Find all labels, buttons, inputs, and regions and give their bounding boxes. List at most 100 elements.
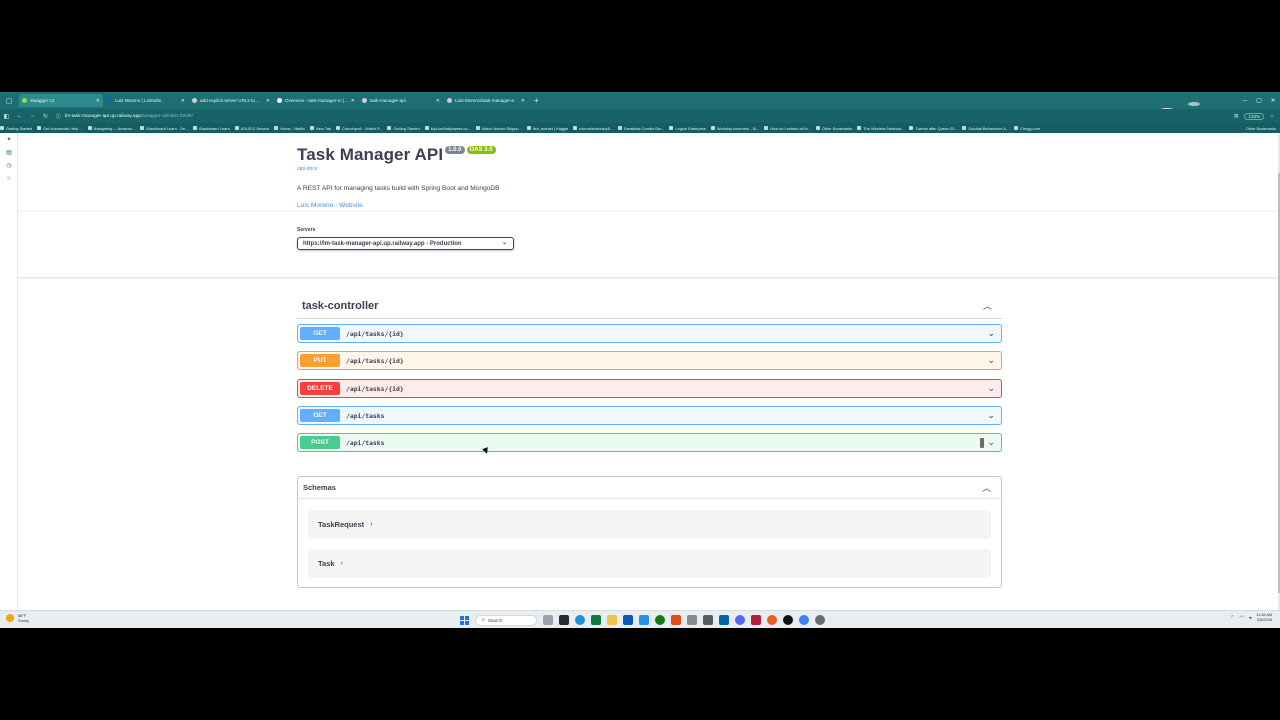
operation-path: /api/tasks/{id} <box>346 384 404 393</box>
tag-header[interactable]: task-controller ︿ <box>297 295 1002 319</box>
store-icon[interactable] <box>623 615 633 625</box>
app-icon[interactable] <box>783 615 793 625</box>
bookmark-item[interactable]: Getting Started <box>387 126 420 131</box>
operation-get-tasks[interactable]: GET /api/tasks ⌄ <box>297 406 1002 425</box>
firefox-icon[interactable] <box>671 615 681 625</box>
bookmark-item[interactable]: Blackboard Learn - Se... <box>140 126 188 131</box>
close-icon[interactable]: ✕ <box>351 98 355 104</box>
bookmark-item[interactable]: microelectronics&... <box>573 126 613 131</box>
bookmark-item[interactable]: Navigating — Amazon... <box>87 126 135 131</box>
other-bookmarks[interactable]: Other Bookmarks <box>1246 126 1280 131</box>
xbox-icon[interactable] <box>655 615 665 625</box>
edge-icon[interactable] <box>575 615 585 625</box>
app-icon[interactable] <box>687 615 697 625</box>
browser-tab[interactable]: add explicit server URLs to Swa ✕ <box>189 94 273 107</box>
bookmark-item[interactable]: MyLiveWallpapers.co... <box>424 126 471 131</box>
api-docs-link[interactable]: /api-docs <box>297 166 1017 172</box>
clock[interactable]: 11:36 AM 5/8/2026 <box>1256 613 1272 623</box>
bookmark-item[interactable]: ASUS E-Service <box>234 126 269 131</box>
app-icon[interactable] <box>767 615 777 625</box>
bookmark-item[interactable]: Crunchyroll - Watch P... <box>336 126 382 131</box>
file-explorer-icon[interactable] <box>607 615 617 625</box>
copilot-icon[interactable]: ✦ <box>0 133 18 146</box>
operation-post-task[interactable]: POST /api/tasks ⌄ <box>297 433 1002 452</box>
minimize-icon[interactable]: ─ <box>1238 98 1252 104</box>
new-tab-icon[interactable]: + <box>534 96 539 105</box>
close-icon[interactable]: ✕ <box>96 98 100 104</box>
bookmark-item[interactable]: Watch Naruto Shippu... <box>475 126 522 131</box>
taskbar-search[interactable]: ⌕ Search <box>475 614 537 626</box>
chevron-down-icon[interactable]: ⌄ <box>987 355 995 366</box>
task-view-icon[interactable] <box>559 615 569 625</box>
contact-link[interactable]: Luis Moreno - Website <box>297 202 1017 209</box>
bookmark-item[interactable]: Legion Enterprise <box>669 126 706 131</box>
operation-put-task[interactable]: PUT /api/tasks/{id} ⌄ <box>297 351 1002 370</box>
app-icon[interactable] <box>799 615 809 625</box>
close-icon[interactable]: ✕ <box>181 98 185 104</box>
operation-get-task-by-id[interactable]: GET /api/tasks/{id} ⌄ <box>297 324 1002 343</box>
schemas-header[interactable]: Schemas ︿ <box>298 477 1001 499</box>
schema-item-task[interactable]: Task › <box>308 549 991 578</box>
browser-tab[interactable]: task-manager-api ✕ <box>359 94 443 107</box>
bookmark-item[interactable]: Getting Started <box>0 126 32 131</box>
chevron-down-icon[interactable]: ⌄ <box>987 328 995 339</box>
copy-icon[interactable] <box>980 438 984 448</box>
chevron-up-icon[interactable]: ⌃ <box>1230 615 1234 621</box>
url-input[interactable]: ⓘ lm-task-manager-api.up.railway.app /sw… <box>56 111 1056 121</box>
bookmark-item[interactable]: New Tab <box>309 126 331 131</box>
favorites-icon[interactable]: ☆ <box>0 172 18 185</box>
mail-icon[interactable] <box>639 615 649 625</box>
bookmark-item[interactable]: Other Bookmarks <box>815 126 852 131</box>
start-icon[interactable] <box>460 615 469 625</box>
bookmark-item[interactable]: Workday cinemark - Si... <box>710 126 759 131</box>
close-window-icon[interactable]: ✕ <box>1266 97 1280 104</box>
chevron-up-icon[interactable]: ︿ <box>982 481 991 494</box>
vscode-icon[interactable] <box>719 615 729 625</box>
browser-tab[interactable]: Overview - task-manager-m | Lu ✕ <box>274 94 358 107</box>
bookmark-item[interactable]: fish_market | Kaggle <box>526 126 568 131</box>
weather-widget[interactable]: 88°F Sunny <box>6 613 29 623</box>
schema-item-taskrequest[interactable]: TaskRequest › <box>308 510 991 539</box>
bookmark-item[interactable]: Tweets after Queen El... <box>909 126 957 131</box>
bookmark-item[interactable]: Breakfast Combo Bur... <box>618 126 664 131</box>
bookmark-item[interactable]: Chegg.com <box>1014 126 1040 131</box>
favorite-star-icon[interactable]: ☆ <box>1270 113 1274 119</box>
zoom-level[interactable]: 133% <box>1244 112 1264 120</box>
widgets-icon[interactable] <box>543 615 553 625</box>
history-icon[interactable]: ◷ <box>0 159 18 172</box>
chevron-down-icon[interactable]: ⌄ <box>987 437 995 448</box>
bookmark-item[interactable]: Suicidal Behaviours A... <box>962 126 1009 131</box>
back-icon[interactable]: ← <box>13 113 26 119</box>
chrome-icon[interactable] <box>591 615 601 625</box>
volume-icon[interactable]: ◂ <box>1249 615 1252 621</box>
server-select[interactable]: https://lm-task-manager-api.up.railway.a… <box>297 237 514 250</box>
operation-delete-task[interactable]: DELETE /api/tasks/{id} ⌄ <box>297 379 1002 398</box>
discord-icon[interactable] <box>735 615 745 625</box>
wifi-icon[interactable]: ◠ <box>1239 615 1243 621</box>
chevron-up-icon[interactable]: ︿ <box>983 299 992 312</box>
bookmark-item[interactable]: Home - Netflix <box>274 126 305 131</box>
workspaces-icon[interactable]: ▢ <box>0 92 18 109</box>
chevron-down-icon[interactable]: ⌄ <box>987 383 995 394</box>
site-info-icon[interactable]: ⓘ <box>56 113 61 120</box>
close-icon[interactable]: ✕ <box>436 98 440 104</box>
settings-icon[interactable] <box>815 615 825 625</box>
bookmark-item[interactable]: Get Homework Help ... <box>37 126 83 131</box>
browser-tab[interactable]: Luis Moreno | LinkedIn ✕ <box>104 94 188 107</box>
forward-icon[interactable]: → <box>26 113 39 119</box>
browser-tab[interactable]: Swagger UI ✕ <box>19 94 103 107</box>
reader-icon[interactable]: ▤ <box>1234 113 1238 119</box>
bookmark-item[interactable]: How do I extract all th... <box>764 126 811 131</box>
close-icon[interactable]: ✕ <box>266 98 270 104</box>
refresh-icon[interactable]: ↻ <box>39 113 52 120</box>
sidebar-toggle-icon[interactable]: ◧ <box>0 113 13 120</box>
browser-tab[interactable]: Luis-Moreno/task-manager-a ✕ <box>444 94 528 107</box>
bookmark-item[interactable]: The Wireless Network... <box>857 126 904 131</box>
chevron-down-icon[interactable]: ⌄ <box>987 410 995 421</box>
app-icon[interactable] <box>703 615 713 625</box>
app-icon[interactable] <box>751 615 761 625</box>
maximize-icon[interactable]: ▢ <box>1252 97 1266 104</box>
close-icon[interactable]: ✕ <box>521 98 525 104</box>
collections-icon[interactable]: ▤ <box>0 146 18 159</box>
bookmark-item[interactable]: Blackboard Learn <box>193 126 230 131</box>
